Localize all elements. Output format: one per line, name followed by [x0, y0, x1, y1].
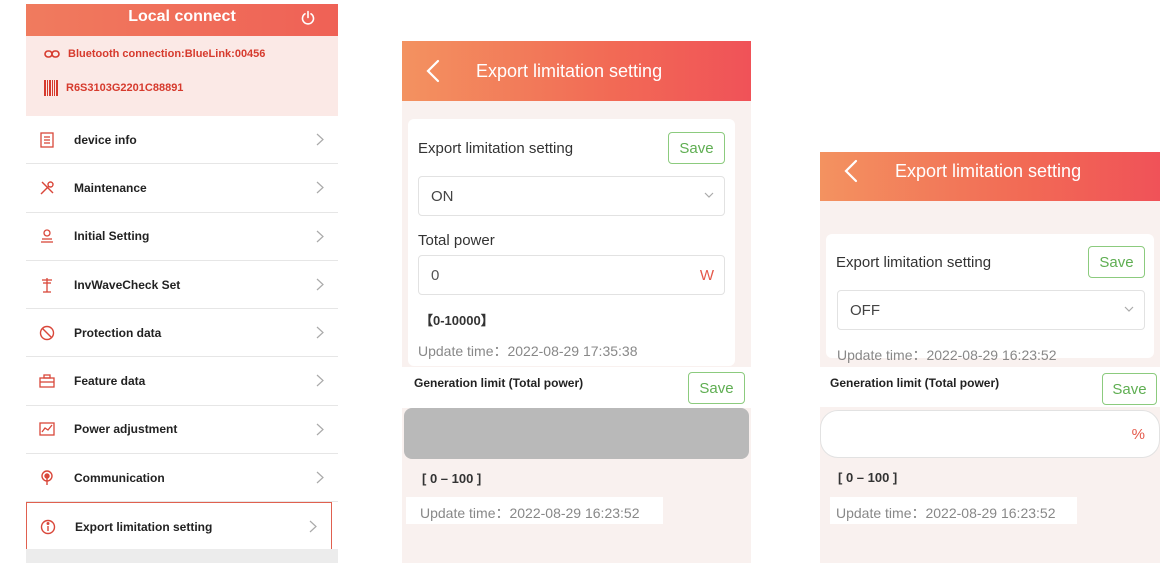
chevron-right-icon [316, 375, 324, 387]
setting-label: Export limitation setting [418, 140, 574, 157]
chevron-right-icon [316, 278, 324, 291]
back-arrow-icon[interactable] [426, 59, 440, 83]
chevron-right-icon [309, 520, 317, 533]
menu-item-device-info[interactable]: device info [26, 116, 338, 165]
menu-item-label: device info [74, 132, 137, 147]
header-title: Export limitation setting [476, 61, 663, 81]
export-setting-card: Export limitation setting Save ON Total … [408, 119, 735, 366]
save-button[interactable]: Save [1088, 246, 1145, 278]
export-limitation-on-screen: Export limitation setting Export limitat… [402, 41, 751, 563]
prohibit-icon [38, 324, 56, 342]
menu-item-export-limitation-setting[interactable]: Export limitation setting [26, 502, 332, 551]
export-limitation-off-screen: Export limitation setting Export limitat… [820, 152, 1160, 563]
tower-icon [38, 276, 56, 294]
antenna-icon [38, 469, 56, 487]
setting-icon [38, 227, 56, 245]
info-icon [39, 518, 57, 536]
menu-item-label: Power adjustment [74, 422, 178, 437]
input-value: 0 [431, 267, 440, 284]
save-button[interactable]: Save [668, 132, 725, 164]
bluetooth-label: Bluetooth connection:BlueLink:00456 [68, 48, 266, 60]
header-title: Export limitation setting [895, 161, 1082, 181]
total-power-input[interactable]: 0 W [418, 255, 725, 295]
generation-limit-label: Generation limit (Total power) [830, 376, 1000, 390]
menu-item-label: Feature data [74, 374, 146, 389]
bottom-bar [26, 549, 338, 563]
update-time: Update time：2022-08-29 17:35:38 [418, 343, 638, 359]
title-bar: Local connect [26, 4, 338, 36]
barcode-icon [44, 80, 58, 96]
chart-icon [38, 420, 56, 438]
link-icon [44, 50, 60, 58]
chevron-right-icon [316, 181, 324, 194]
generation-range-hint: [ 0 – 100 ] [422, 471, 482, 486]
generation-limit-input[interactable] [404, 408, 749, 459]
update-time: Update time：2022-08-29 16:23:52 [837, 347, 1057, 363]
menu-item-feature-data[interactable]: Feature data [26, 357, 338, 406]
serial-label: R6S3103G2201C88891 [66, 82, 184, 94]
menu-item-label: Initial Setting [74, 229, 150, 244]
chevron-right-icon [316, 423, 324, 436]
header-bar: Export limitation setting [402, 41, 751, 101]
generation-limit-input[interactable]: % [820, 410, 1160, 458]
chevron-right-icon [316, 471, 324, 484]
generation-limit-label: Generation limit (Total power) [414, 376, 584, 390]
select-value: OFF [850, 302, 880, 319]
chevron-right-icon [316, 230, 324, 243]
export-mode-select[interactable]: OFF [837, 290, 1145, 330]
percent-unit: % [1131, 426, 1145, 443]
menu-item-initial-setting[interactable]: Initial Setting [26, 212, 338, 261]
bluetooth-status: Bluetooth connection:BlueLink:00456 [44, 48, 265, 60]
power-icon[interactable] [300, 10, 316, 26]
page-title: Local connect [128, 8, 236, 25]
header-bar: Export limitation setting [820, 152, 1160, 201]
total-power-label: Total power [418, 232, 495, 249]
menu-item-maintenance[interactable]: Maintenance [26, 164, 338, 213]
menu-item-label: Communication [74, 470, 165, 485]
range-hint: 【0-10000】 [420, 313, 494, 328]
setting-label: Export limitation setting [836, 254, 992, 271]
select-value: ON [431, 188, 454, 205]
local-connect-screen: Local connect Bluetooth connection:BlueL… [26, 4, 338, 563]
export-setting-card: Export limitation setting Save OFF Updat… [826, 234, 1154, 363]
toolbox-icon [38, 372, 56, 390]
menu-item-communication[interactable]: Communication [26, 454, 338, 503]
generation-range-hint: [ 0 – 100 ] [838, 470, 898, 485]
generation-save-button[interactable]: Save [1102, 373, 1157, 405]
menu-item-invwavecheck-set[interactable]: InvWaveCheck Set [26, 260, 338, 310]
chevron-right-icon [316, 133, 324, 146]
generation-update-time: Update time：2022-08-29 16:23:52 [420, 505, 640, 521]
export-mode-select[interactable]: ON [418, 176, 725, 216]
serial-number: R6S3103G2201C88891 [44, 80, 183, 96]
document-icon [38, 131, 56, 149]
menu-item-power-adjustment[interactable]: Power adjustment [26, 405, 338, 455]
chevron-down-icon [704, 192, 714, 198]
menu-item-label: InvWaveCheck Set [74, 277, 181, 292]
menu-item-label: Export limitation setting [75, 519, 213, 534]
menu-item-label: Maintenance [74, 180, 147, 195]
menu-item-protection-data[interactable]: Protection data [26, 309, 338, 358]
tools-icon [38, 179, 56, 197]
back-arrow-icon[interactable] [844, 159, 858, 183]
generation-save-button[interactable]: Save [688, 372, 745, 404]
chevron-right-icon [316, 326, 324, 339]
settings-menu: device info Maintenance Initial Setting … [26, 116, 338, 551]
menu-item-label: Protection data [74, 325, 162, 340]
generation-update-time: Update time：2022-08-29 16:23:52 [836, 505, 1056, 521]
unit-label: W [699, 267, 714, 284]
chevron-down-icon [1124, 306, 1134, 312]
